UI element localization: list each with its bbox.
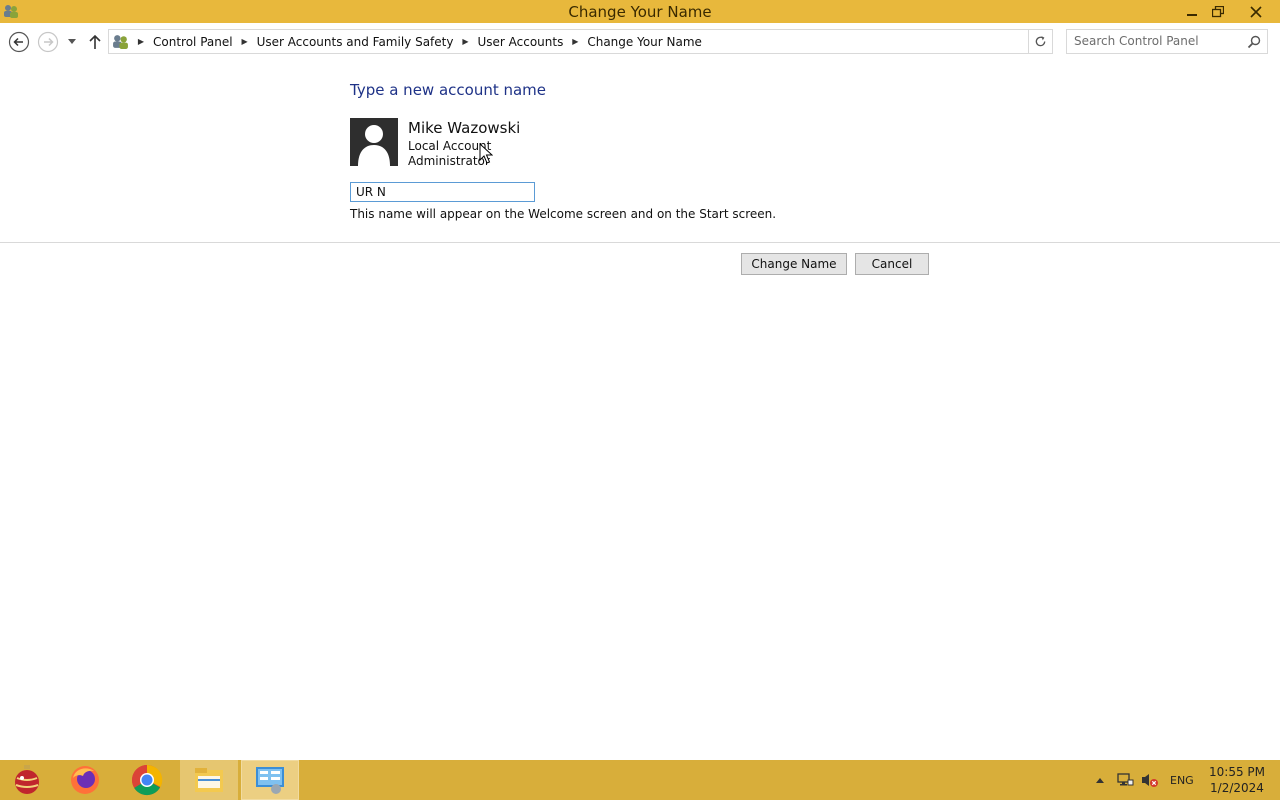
up-arrow-icon: [89, 34, 101, 49]
search-icon[interactable]: [1247, 34, 1261, 49]
refresh-icon: [1035, 36, 1045, 47]
account-role: Administrator: [408, 154, 490, 168]
breadcrumb-user-accounts-family-safety[interactable]: User Accounts and Family Safety: [252, 35, 459, 49]
change-name-button[interactable]: Change Name: [741, 253, 847, 275]
cancel-button[interactable]: Cancel: [855, 253, 929, 275]
taskbar-chrome[interactable]: [124, 760, 170, 800]
chevron-up-icon: [1096, 778, 1104, 783]
file-explorer-icon: [195, 768, 223, 792]
close-button[interactable]: [1236, 0, 1276, 23]
clock-time: 10:55 PM: [1209, 765, 1265, 779]
navigation-bar: ▶ Control Panel ▶ User Accounts and Fami…: [0, 23, 1280, 60]
taskbar-file-explorer[interactable]: [180, 760, 238, 800]
user-avatar: [350, 118, 398, 166]
chevron-down-icon: [68, 39, 76, 44]
breadcrumb-control-panel[interactable]: Control Panel: [148, 35, 238, 49]
chevron-right-icon[interactable]: ▶: [134, 37, 148, 46]
minimize-icon: [1187, 13, 1197, 16]
user-name: Mike Wazowski: [408, 119, 521, 137]
firefox-icon: [71, 766, 99, 794]
refresh-button[interactable]: [1028, 29, 1053, 54]
control-panel-icon: [112, 33, 129, 50]
show-hidden-icons-button[interactable]: [1095, 760, 1109, 800]
chevron-right-icon[interactable]: ▶: [568, 37, 582, 46]
network-status[interactable]: [1116, 760, 1134, 800]
breadcrumb: ▶ Control Panel ▶ User Accounts and Fami…: [134, 30, 707, 53]
christmas-ornament-icon: [15, 765, 39, 794]
search-box[interactable]: [1066, 29, 1268, 54]
taskbar-ornament-app[interactable]: [4, 760, 50, 800]
address-bar[interactable]: ▶ Control Panel ▶ User Accounts and Fami…: [108, 29, 1133, 54]
divider: [0, 242, 1280, 243]
volume-control[interactable]: [1141, 760, 1159, 800]
breadcrumb-user-accounts[interactable]: User Accounts: [472, 35, 568, 49]
up-button[interactable]: [86, 32, 104, 52]
chevron-right-icon[interactable]: ▶: [458, 37, 472, 46]
network-icon: [1117, 773, 1134, 786]
user-silhouette-icon: [358, 125, 390, 166]
restore-icon: [1212, 5, 1224, 17]
taskbar-control-panel[interactable]: [241, 760, 299, 800]
taskbar: ENG 10:55 PM 1/2/2024: [0, 760, 1280, 800]
clock-date: 1/2/2024: [1210, 781, 1264, 795]
chevron-right-icon[interactable]: ▶: [238, 37, 252, 46]
title-bar: Change Your Name: [0, 0, 1280, 23]
close-icon: [1250, 5, 1262, 18]
back-button[interactable]: [8, 31, 30, 53]
clock[interactable]: 10:55 PM 1/2/2024: [1200, 764, 1274, 796]
forward-button[interactable]: [37, 31, 59, 53]
chrome-icon: [131, 764, 163, 796]
window-title: Change Your Name: [568, 3, 712, 21]
breadcrumb-change-your-name[interactable]: Change Your Name: [582, 35, 707, 49]
taskbar-firefox[interactable]: [62, 760, 108, 800]
new-account-name-input[interactable]: [350, 182, 535, 202]
mouse-pointer-icon: [479, 143, 493, 164]
control-panel-icon: [256, 767, 284, 794]
search-input[interactable]: [1067, 30, 1244, 51]
restore-button[interactable]: [1203, 0, 1233, 23]
language-indicator[interactable]: ENG: [1170, 760, 1194, 800]
forward-arrow-icon: [37, 31, 59, 53]
back-arrow-icon: [8, 31, 30, 53]
recent-locations-button[interactable]: [65, 35, 79, 49]
name-hint-text: This name will appear on the Welcome scr…: [350, 207, 777, 221]
volume-muted-icon: [1142, 774, 1158, 787]
page-heading: Type a new account name: [350, 81, 547, 99]
